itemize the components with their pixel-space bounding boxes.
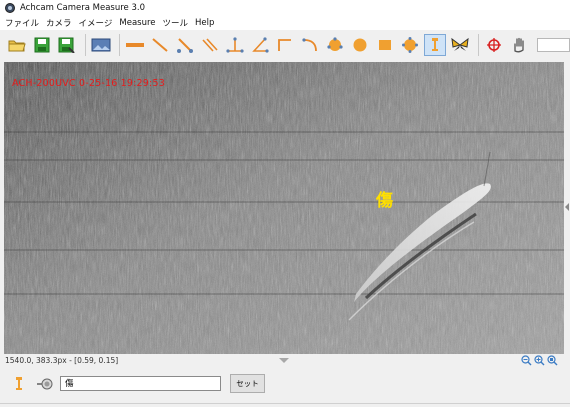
zoom-fit-button[interactable]	[546, 355, 559, 366]
rectangle-icon	[378, 40, 391, 50]
zoom-in-button[interactable]	[533, 355, 546, 366]
menu-bar: ファイル カメラ イメージ Measure ツール Help	[0, 15, 570, 30]
perpendicular-icon	[226, 37, 244, 53]
zoom-controls	[520, 355, 559, 366]
line-icon	[152, 38, 168, 52]
crosshair-icon	[486, 38, 501, 52]
filled-circle-icon	[353, 38, 367, 52]
save-as-button[interactable]	[56, 34, 78, 56]
toolbar-separator	[85, 34, 86, 56]
toolbar	[0, 30, 570, 60]
circle-button[interactable]	[324, 34, 346, 56]
angle-line-icon	[176, 38, 193, 53]
image-button[interactable]	[90, 34, 112, 56]
defect-label[interactable]: 傷	[376, 186, 393, 211]
open-folder-button[interactable]	[6, 34, 28, 56]
polyline-button[interactable]	[274, 34, 296, 56]
menu-help[interactable]: Help	[193, 18, 219, 28]
set-button[interactable]: セット	[230, 374, 265, 393]
toolbar-separator	[118, 34, 120, 56]
hand-button[interactable]	[508, 34, 530, 56]
circle-icon	[327, 37, 343, 51]
angle-button[interactable]	[249, 34, 271, 56]
rectangle-button[interactable]	[374, 34, 396, 56]
thick-line-icon	[125, 43, 144, 47]
save-icon	[34, 37, 50, 53]
cursor-coordinates: 1540.0, 383.3px - [0.59, 0.15]	[5, 356, 119, 365]
polyline-icon	[277, 39, 291, 51]
annotation-text-input[interactable]: 傷	[60, 376, 221, 391]
filled-circle-button[interactable]	[349, 34, 371, 56]
zoom-fit-icon	[547, 355, 558, 366]
text-marker-icon[interactable]	[12, 376, 26, 392]
window-title: Achcam Camera Measure 3.0	[20, 2, 145, 13]
arc-button[interactable]	[299, 34, 321, 56]
panel-expand-arrow-icon[interactable]	[565, 203, 569, 211]
text-marker-button[interactable]	[423, 34, 446, 56]
app-logo-icon	[5, 2, 15, 13]
menu-camera[interactable]: カメラ	[44, 17, 77, 29]
zoom-in-icon	[534, 355, 545, 366]
image-icon	[91, 38, 111, 52]
text-marker-icon	[431, 38, 438, 51]
save-button[interactable]	[31, 34, 53, 56]
crosshair-button[interactable]	[483, 34, 505, 56]
menu-tools[interactable]: ツール	[161, 17, 194, 29]
arc-icon	[302, 38, 317, 52]
metal-surface-image	[4, 62, 564, 354]
parallel-lines-icon	[202, 38, 218, 52]
save-as-icon	[58, 37, 75, 53]
toolbar-separator	[477, 34, 479, 56]
pin-icon[interactable]	[36, 377, 54, 391]
menu-measure[interactable]: Measure	[117, 18, 160, 28]
menu-image[interactable]: イメージ	[77, 17, 118, 29]
open-folder-icon	[8, 40, 26, 52]
parallel-lines-button[interactable]	[199, 34, 221, 56]
app-window: Achcam Camera Measure 3.0 ファイル カメラ イメージ …	[0, 0, 570, 407]
toolbar-field[interactable]	[536, 38, 570, 52]
hand-icon	[514, 37, 524, 53]
angle-icon	[252, 37, 269, 53]
zoom-out-button[interactable]	[520, 355, 533, 366]
thick-line-button[interactable]	[124, 34, 146, 56]
status-bar: 1540.0, 383.3px - [0.59, 0.15]	[0, 354, 570, 367]
gear-shape-button[interactable]	[399, 34, 421, 56]
collapse-arrow-icon[interactable]	[279, 358, 289, 363]
camera-overlay-text: ACH-200UVC 0-25-16 19:29:53	[12, 78, 165, 89]
butterfly-icon	[451, 37, 469, 51]
perpendicular-button[interactable]	[224, 34, 246, 56]
camera-view[interactable]: ACH-200UVC 0-25-16 19:29:53 傷	[4, 62, 564, 354]
butterfly-button[interactable]	[449, 34, 471, 56]
annotation-panel: 傷 セット	[0, 367, 570, 407]
angle-line-button[interactable]	[174, 34, 196, 56]
zoom-out-icon	[521, 355, 532, 366]
gear-shape-icon	[401, 37, 418, 53]
menu-file[interactable]: ファイル	[3, 17, 44, 29]
divider	[0, 403, 570, 404]
line-button[interactable]	[149, 34, 171, 56]
title-bar: Achcam Camera Measure 3.0	[0, 0, 570, 15]
